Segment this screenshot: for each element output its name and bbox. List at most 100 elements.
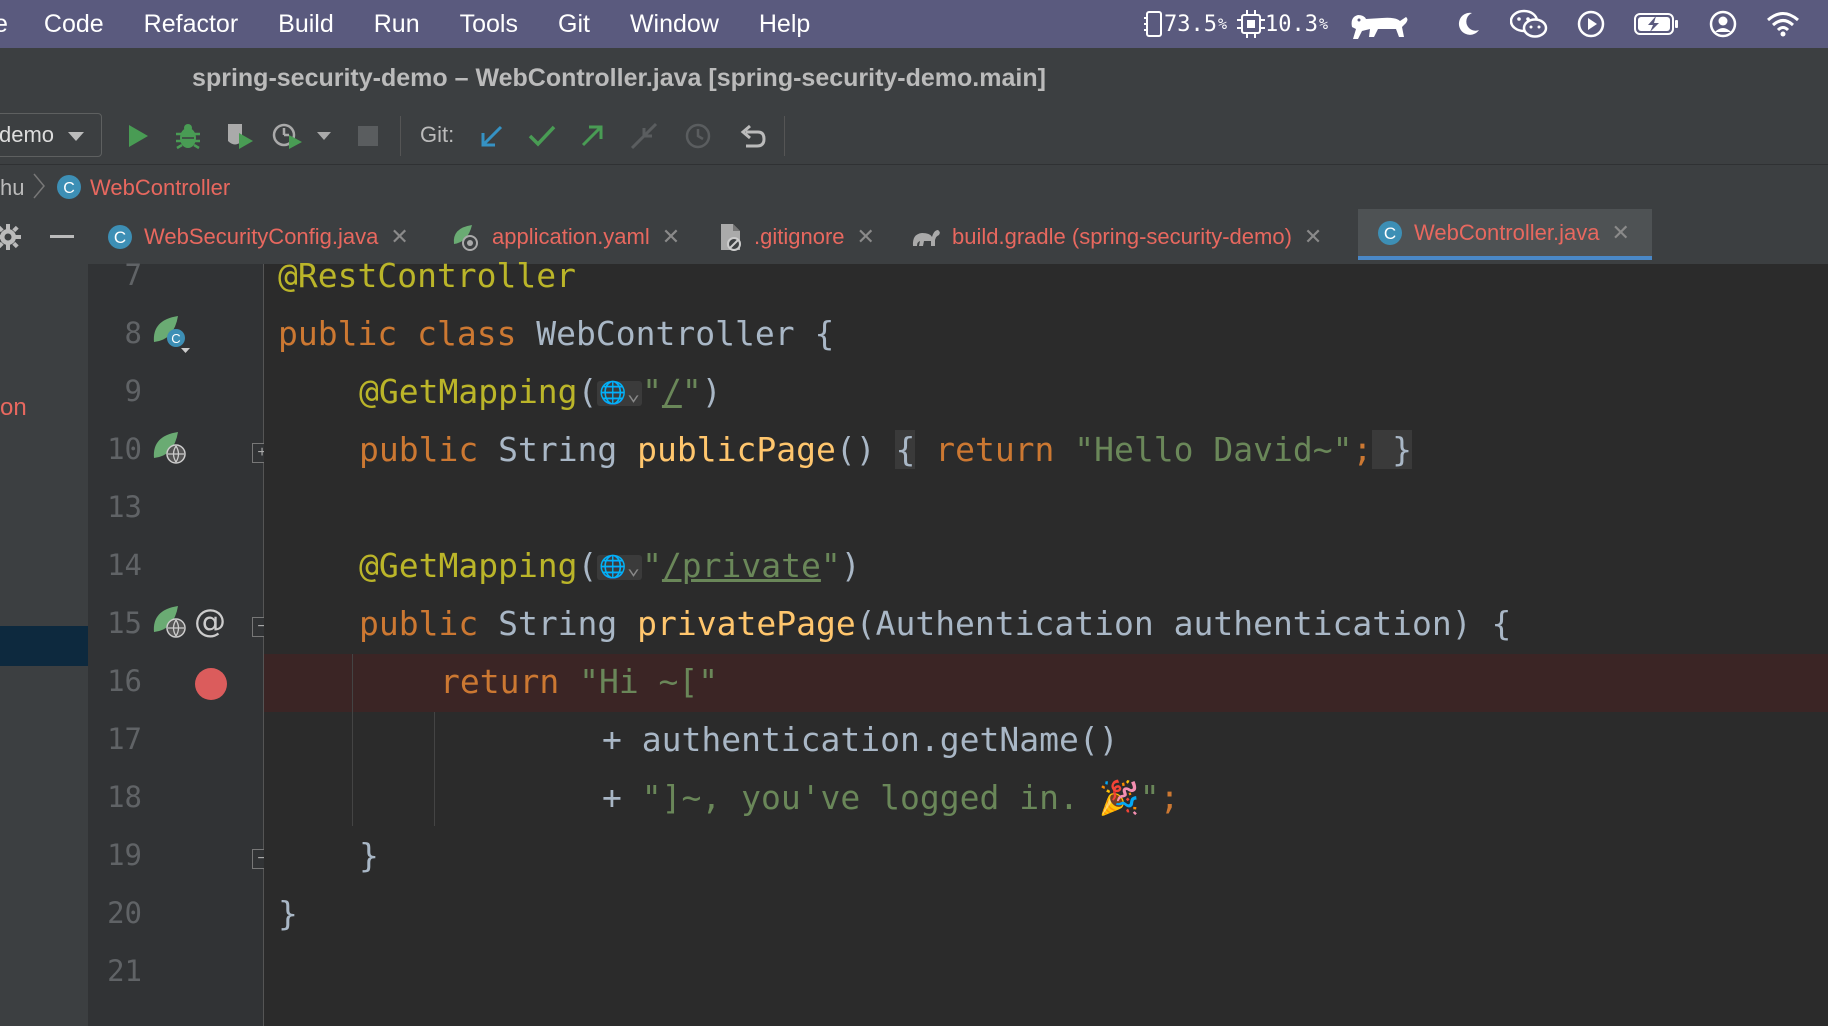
menu-item-code[interactable]: Code <box>44 10 104 39</box>
git-merge-button[interactable] <box>628 120 660 152</box>
code-line-15[interactable]: public String privatePage(Authentication… <box>359 604 1511 643</box>
runcat-icon[interactable] <box>1348 7 1410 41</box>
gear-icon[interactable] <box>0 223 22 256</box>
collapse-panel-button[interactable] <box>50 235 74 238</box>
user-account-icon[interactable] <box>1708 9 1738 39</box>
line-number: 19 <box>107 838 142 872</box>
keyword-token: public <box>359 430 479 469</box>
memory-icon <box>1143 11 1162 37</box>
stop-icon <box>358 126 378 146</box>
git-history-button[interactable] <box>682 120 714 152</box>
run-icon <box>129 125 148 147</box>
globe-icon[interactable]: 🌐⌄ <box>597 555 643 580</box>
line-number: 13 <box>107 490 142 524</box>
wifi-icon[interactable] <box>1766 11 1800 37</box>
cpu-status[interactable]: 10.3% <box>1236 10 1328 38</box>
request-mapping-icon[interactable] <box>150 428 192 475</box>
git-rollback-button[interactable] <box>736 120 768 152</box>
arrow-down-left-icon <box>481 125 503 147</box>
checkmark-icon <box>528 125 556 147</box>
code-line-7[interactable]: @RestController <box>278 256 576 295</box>
string-token: "Hello David~" <box>1054 430 1353 469</box>
breadcrumb-item-current[interactable]: WebController <box>90 175 230 201</box>
clock-icon <box>685 123 711 149</box>
paren-token: ) <box>701 372 722 411</box>
run-with-coverage-button[interactable] <box>224 120 256 152</box>
git-push-button[interactable] <box>576 120 608 152</box>
operator-token: + <box>602 778 642 817</box>
expression-token: + authentication.getName() <box>602 720 1119 759</box>
chevron-down-icon <box>317 132 331 140</box>
git-commit-button[interactable] <box>526 120 558 152</box>
project-tree-selected-row[interactable] <box>0 626 88 666</box>
spring-yaml-icon <box>450 222 482 252</box>
folded-brace-open[interactable]: { <box>895 430 916 469</box>
paren-token: ) <box>840 546 861 585</box>
menu-item-file[interactable]: e <box>0 10 8 39</box>
navigation-breadcrumb: hu C WebController <box>0 164 1828 209</box>
breadcrumb-item-package[interactable]: hu <box>0 175 24 201</box>
close-icon[interactable]: ✕ <box>1611 220 1629 246</box>
code-line-18[interactable]: + "]~, you've logged in. 🎉"; <box>602 778 1180 818</box>
line-number: 21 <box>107 954 142 988</box>
debug-button[interactable] <box>172 120 204 152</box>
code-line-9[interactable]: @GetMapping(🌐⌄"/") <box>359 372 722 411</box>
menu-item-tools[interactable]: Tools <box>460 10 518 39</box>
code-line-20[interactable]: } <box>278 894 298 933</box>
folded-brace-close[interactable]: } <box>1372 430 1413 469</box>
code-line-16[interactable]: return "Hi ~[" <box>440 662 718 701</box>
brace-token: } <box>278 894 298 933</box>
close-icon[interactable]: ✕ <box>390 224 408 250</box>
menu-item-git[interactable]: Git <box>558 10 590 39</box>
run-configuration-select[interactable]: demo <box>0 113 102 157</box>
request-mapping-icon[interactable] <box>150 602 192 649</box>
tab-gitignore[interactable]: .gitignore ✕ <box>718 209 875 264</box>
line-number: 7 <box>124 258 142 292</box>
paren-token: () <box>835 430 896 469</box>
globe-icon[interactable]: 🌐⌄ <box>597 381 643 406</box>
project-tree-item-fragment[interactable]: on <box>0 394 27 422</box>
stop-button[interactable] <box>352 120 384 152</box>
keyword-token: return <box>915 430 1055 469</box>
string-token: " <box>642 372 662 411</box>
code-line-10[interactable]: public String publicPage() { return "Hel… <box>359 430 1413 469</box>
arrow-up-right-icon <box>581 125 603 147</box>
url-path-link[interactable]: / <box>662 372 682 411</box>
menu-item-window[interactable]: Window <box>630 10 719 39</box>
profile-button[interactable] <box>272 120 304 152</box>
git-update-button[interactable] <box>476 120 508 152</box>
close-icon[interactable]: ✕ <box>857 224 875 250</box>
code-line-14[interactable]: @GetMapping(🌐⌄"/private") <box>359 546 861 585</box>
run-button[interactable] <box>122 120 154 152</box>
wechat-icon[interactable] <box>1510 9 1548 39</box>
moon-icon[interactable] <box>1454 10 1482 38</box>
editor-tab-bar: C WebSecurityConfig.java ✕ application.y… <box>0 209 1828 265</box>
spring-bean-icon[interactable]: C <box>150 312 192 359</box>
memory-status[interactable]: 73.5% <box>1143 10 1227 38</box>
tab-build-gradle[interactable]: build.gradle (spring-security-demo) ✕ <box>910 209 1322 264</box>
menu-item-build[interactable]: Build <box>278 10 334 39</box>
indent-guide <box>352 654 353 826</box>
battery-icon[interactable] <box>1634 12 1680 36</box>
close-icon[interactable]: ✕ <box>662 224 680 250</box>
menu-item-help[interactable]: Help <box>759 10 810 39</box>
menu-item-run[interactable]: Run <box>374 10 420 39</box>
url-path-link[interactable]: /private <box>662 546 821 585</box>
code-line-8[interactable]: public class WebController { <box>278 314 834 353</box>
annotation-token: @GetMapping <box>359 372 578 411</box>
play-circle-icon[interactable] <box>1576 9 1606 39</box>
memory-unit: % <box>1217 15 1227 33</box>
breakpoint-icon[interactable] <box>194 667 228 706</box>
code-line-19[interactable]: } <box>359 836 379 875</box>
toolbar-divider <box>784 116 785 156</box>
code-line-17[interactable]: + authentication.getName() <box>602 720 1119 759</box>
string-token: " <box>642 546 662 585</box>
more-run-options-button[interactable] <box>312 120 336 152</box>
java-class-icon: C <box>1376 219 1404 247</box>
tab-webcontroller[interactable]: C WebController.java ✕ <box>1358 209 1652 260</box>
close-icon[interactable]: ✕ <box>1304 224 1322 250</box>
line-number: 15 <box>107 606 142 640</box>
tab-label: WebController.java <box>1414 219 1600 245</box>
menu-item-refactor[interactable]: Refactor <box>144 10 238 39</box>
autowired-marker[interactable]: @ <box>194 602 226 640</box>
